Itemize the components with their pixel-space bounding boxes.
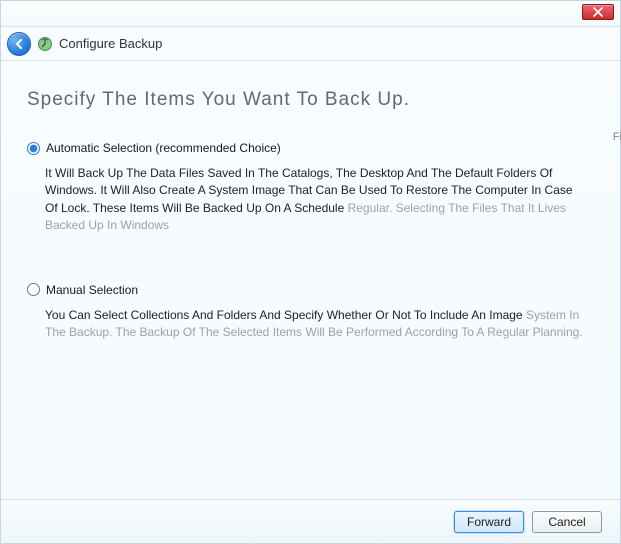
backup-icon (37, 36, 53, 52)
desc-text: You Can Select Collections And Folders A… (45, 308, 526, 322)
header-bar: Configure Backup (1, 27, 620, 61)
footer-bar: Forward Cancel (1, 499, 620, 543)
option-manual: Manual Selection You Can Select Collecti… (27, 283, 594, 342)
radio-row-automatic[interactable]: Automatic Selection (recommended Choice) (27, 141, 594, 155)
arrow-left-icon (13, 38, 25, 50)
page-heading: Specify The Items You Want To Back Up. (27, 89, 594, 111)
close-icon (593, 7, 603, 17)
dialog-window: Configure Backup Specify The Items You W… (0, 0, 621, 544)
cancel-button[interactable]: Cancel (532, 511, 602, 533)
option-desc-manual: You Can Select Collections And Folders A… (27, 307, 594, 342)
radio-manual[interactable] (27, 283, 40, 296)
option-desc-automatic: It Will Back Up The Data Files Saved In … (27, 165, 594, 235)
radio-label-automatic: Automatic Selection (recommended Choice) (46, 141, 281, 155)
side-cut-text: Fi (613, 131, 621, 143)
option-automatic: Automatic Selection (recommended Choice)… (27, 141, 594, 235)
header-title: Configure Backup (59, 36, 162, 51)
back-button[interactable] (7, 32, 31, 56)
radio-automatic[interactable] (27, 142, 40, 155)
titlebar (1, 1, 620, 27)
radio-row-manual[interactable]: Manual Selection (27, 283, 594, 297)
close-button[interactable] (582, 4, 614, 20)
forward-button[interactable]: Forward (454, 511, 524, 533)
content-area: Specify The Items You Want To Back Up. A… (1, 61, 620, 499)
radio-label-manual: Manual Selection (46, 283, 138, 297)
